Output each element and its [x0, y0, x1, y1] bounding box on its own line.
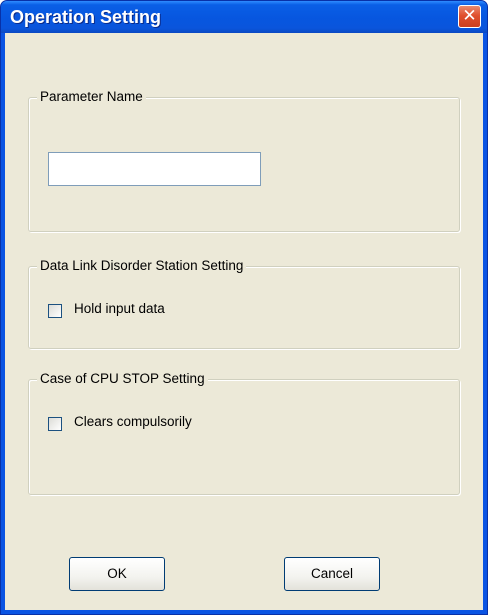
title-bar[interactable]: Operation Setting ✕ — [1, 1, 487, 33]
clears-compulsorily-label[interactable]: Clears compulsorily — [74, 414, 192, 429]
parameter-name-group: Parameter Name — [28, 89, 460, 232]
window-title: Operation Setting — [10, 7, 162, 27]
hold-input-data-label[interactable]: Hold input data — [74, 301, 165, 316]
hold-input-data-checkbox[interactable] — [48, 304, 62, 318]
parameter-name-input[interactable] — [48, 152, 261, 186]
data-link-disorder-group: Data Link Disorder Station Setting Hold … — [28, 258, 460, 349]
dialog-window: Operation Setting ✕ Parameter Name Data … — [0, 0, 488, 615]
clears-compulsorily-checkbox[interactable] — [48, 417, 62, 431]
close-icon: ✕ — [462, 6, 477, 26]
cpu-stop-legend: Case of CPU STOP Setting — [37, 371, 208, 386]
parameter-name-legend: Parameter Name — [37, 89, 146, 104]
close-button[interactable]: ✕ — [458, 5, 481, 28]
cpu-stop-group: Case of CPU STOP Setting Clears compulso… — [28, 371, 460, 495]
cancel-button[interactable]: Cancel — [284, 557, 380, 591]
data-link-disorder-legend: Data Link Disorder Station Setting — [37, 258, 247, 273]
ok-button[interactable]: OK — [69, 557, 165, 591]
dialog-client-area: Parameter Name Data Link Disorder Statio… — [5, 33, 483, 610]
